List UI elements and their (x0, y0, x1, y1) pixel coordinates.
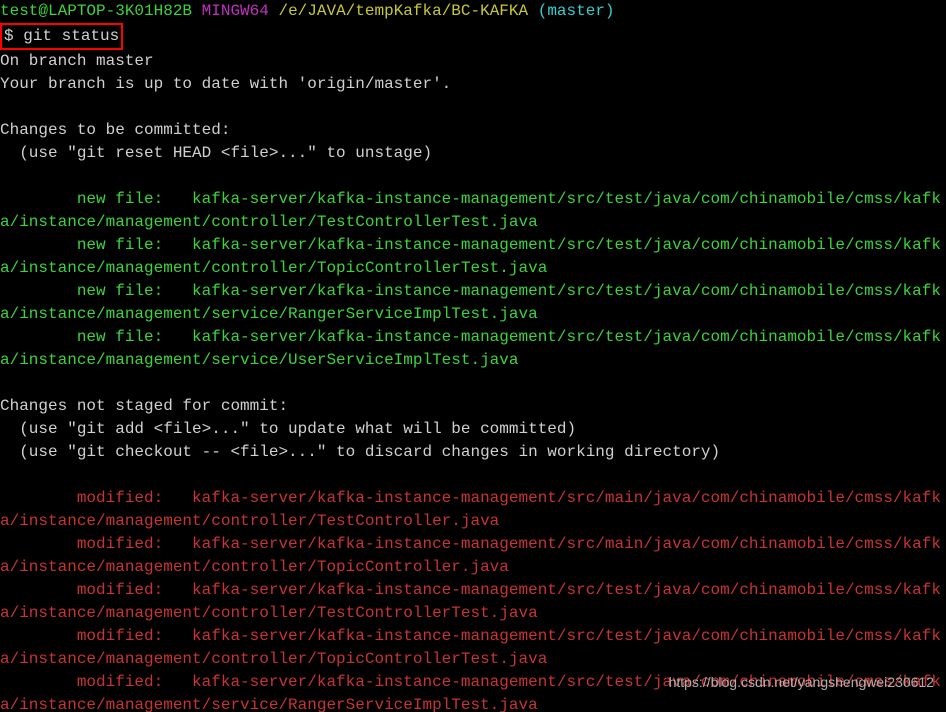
new-file-label: new file: (0, 236, 192, 254)
modified-label: modified: (0, 627, 192, 645)
checkout-hint: (use "git checkout -- <file>..." to disc… (0, 443, 720, 461)
command-highlight-box: $ git status (0, 23, 123, 50)
modified-line: modified: kafka-server/kafka-instance-ma… (0, 535, 941, 576)
prompt-shell: MINGW64 (202, 2, 269, 20)
watermark-text: https://blog.csdn.net/yangshengwei230612 (669, 671, 934, 694)
prompt-user: test@LAPTOP-3K01H82B (0, 2, 192, 20)
status-up-to-date: Your branch is up to date with 'origin/m… (0, 75, 451, 93)
prompt-path: /e/JAVA/tempKafka/BC-KAFKA (278, 2, 528, 20)
modified-label: modified: (0, 673, 192, 691)
modified-line: modified: kafka-server/kafka-instance-ma… (0, 581, 941, 622)
modified-line: modified: kafka-server/kafka-instance-ma… (0, 489, 941, 530)
modified-label: modified: (0, 489, 192, 507)
new-file-line: new file: kafka-server/kafka-instance-ma… (0, 282, 941, 323)
command-text: git status (23, 27, 119, 45)
new-file-line: new file: kafka-server/kafka-instance-ma… (0, 328, 941, 369)
unstage-hint: (use "git reset HEAD <file>..." to unsta… (0, 144, 432, 162)
prompt-dollar: $ (4, 27, 14, 45)
new-file-line: new file: kafka-server/kafka-instance-ma… (0, 236, 941, 277)
modified-label: modified: (0, 581, 192, 599)
not-staged-header: Changes not staged for commit: (0, 397, 288, 415)
add-hint: (use "git add <file>..." to update what … (0, 420, 576, 438)
new-file-label: new file: (0, 190, 192, 208)
modified-line: modified: kafka-server/kafka-instance-ma… (0, 627, 941, 668)
modified-label: modified: (0, 535, 192, 553)
prompt-branch: (master) (538, 2, 615, 20)
changes-commit-header: Changes to be committed: (0, 121, 230, 139)
new-file-label: new file: (0, 282, 192, 300)
status-on-branch: On branch master (0, 52, 154, 70)
terminal-window[interactable]: test@LAPTOP-3K01H82B MINGW64 /e/JAVA/tem… (0, 0, 946, 712)
new-file-label: new file: (0, 328, 192, 346)
new-file-line: new file: kafka-server/kafka-instance-ma… (0, 190, 941, 231)
